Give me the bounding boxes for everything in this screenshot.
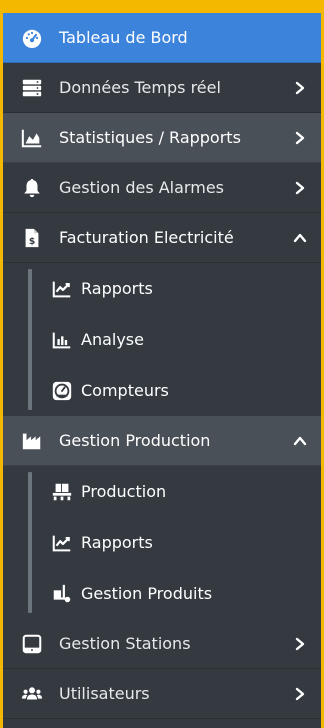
- sidebar-item-label: Données Temps réel: [59, 78, 221, 97]
- pallet-icon: [51, 481, 73, 503]
- submenu-item-billing-reports[interactable]: Rapports: [3, 263, 321, 314]
- sidebar-item-statistics[interactable]: Statistiques / Rapports: [3, 113, 321, 163]
- sidebar: Tableau de Bord Données Temps réel Stati…: [3, 13, 321, 728]
- submenu-item-label: Rapports: [81, 279, 153, 298]
- sidebar-item-label: Gestion Stations: [59, 634, 191, 653]
- billing-submenu: Rapports Analyse Compteurs: [3, 263, 321, 416]
- chevron-right-icon: [293, 181, 307, 195]
- sidebar-item-label: Gestion des Alarmes: [59, 178, 224, 197]
- sidebar-item-realtime[interactable]: Données Temps réel: [3, 63, 321, 113]
- sidebar-item-users[interactable]: Utilisateurs: [3, 669, 321, 719]
- chevron-right-icon: [293, 687, 307, 701]
- chevron-right-icon: [293, 131, 307, 145]
- sidebar-item-label: Statistiques / Rapports: [59, 128, 241, 147]
- tachometer-icon: [21, 27, 43, 49]
- sidebar-item-label: Facturation Electricité: [59, 228, 234, 247]
- submenu-item-production-reports[interactable]: Rapports: [3, 517, 321, 568]
- chevron-right-icon: [293, 81, 307, 95]
- chevron-up-icon: [293, 231, 307, 245]
- users-icon: [21, 683, 43, 705]
- line-chart-icon: [51, 278, 73, 300]
- submenu-item-label: Rapports: [81, 533, 153, 552]
- submenu-item-billing-analysis[interactable]: Analyse: [3, 314, 321, 365]
- tablet-icon: [21, 633, 43, 655]
- submenu-item-billing-meters[interactable]: Compteurs: [3, 365, 321, 416]
- server-icon: [21, 77, 43, 99]
- submenu-item-label: Analyse: [81, 330, 144, 349]
- invoice-dollar-icon: $: [21, 227, 43, 249]
- sidebar-item-alarms[interactable]: Gestion des Alarmes: [3, 163, 321, 213]
- submenu-item-label: Compteurs: [81, 381, 169, 400]
- bell-icon: [21, 177, 43, 199]
- submenu-item-production[interactable]: Production: [3, 466, 321, 517]
- sidebar-item-label: Utilisateurs: [59, 684, 150, 703]
- sidebar-item-label: Gestion Production: [59, 431, 211, 450]
- chevron-up-icon: [293, 434, 307, 448]
- submenu-item-label: Production: [81, 482, 167, 501]
- dolly-icon: [51, 583, 73, 605]
- svg-text:$: $: [29, 235, 35, 246]
- industry-icon: [21, 430, 43, 452]
- sidebar-item-label: Tableau de Bord: [59, 28, 188, 47]
- line-chart-icon: [51, 532, 73, 554]
- gauge-icon: [51, 380, 73, 402]
- area-chart-icon: [21, 127, 43, 149]
- submenu-item-label: Gestion Produits: [81, 584, 213, 603]
- production-submenu: Production Rapports Gestion Produits: [3, 466, 321, 619]
- bar-chart-icon: [51, 329, 73, 351]
- sidebar-item-billing[interactable]: $ Facturation Electricité: [3, 213, 321, 263]
- sidebar-item-stations[interactable]: Gestion Stations: [3, 619, 321, 669]
- sidebar-item-production[interactable]: Gestion Production: [3, 416, 321, 466]
- chevron-right-icon: [293, 637, 307, 651]
- submenu-item-production-products[interactable]: Gestion Produits: [3, 568, 321, 619]
- sidebar-item-dashboard[interactable]: Tableau de Bord: [3, 13, 321, 63]
